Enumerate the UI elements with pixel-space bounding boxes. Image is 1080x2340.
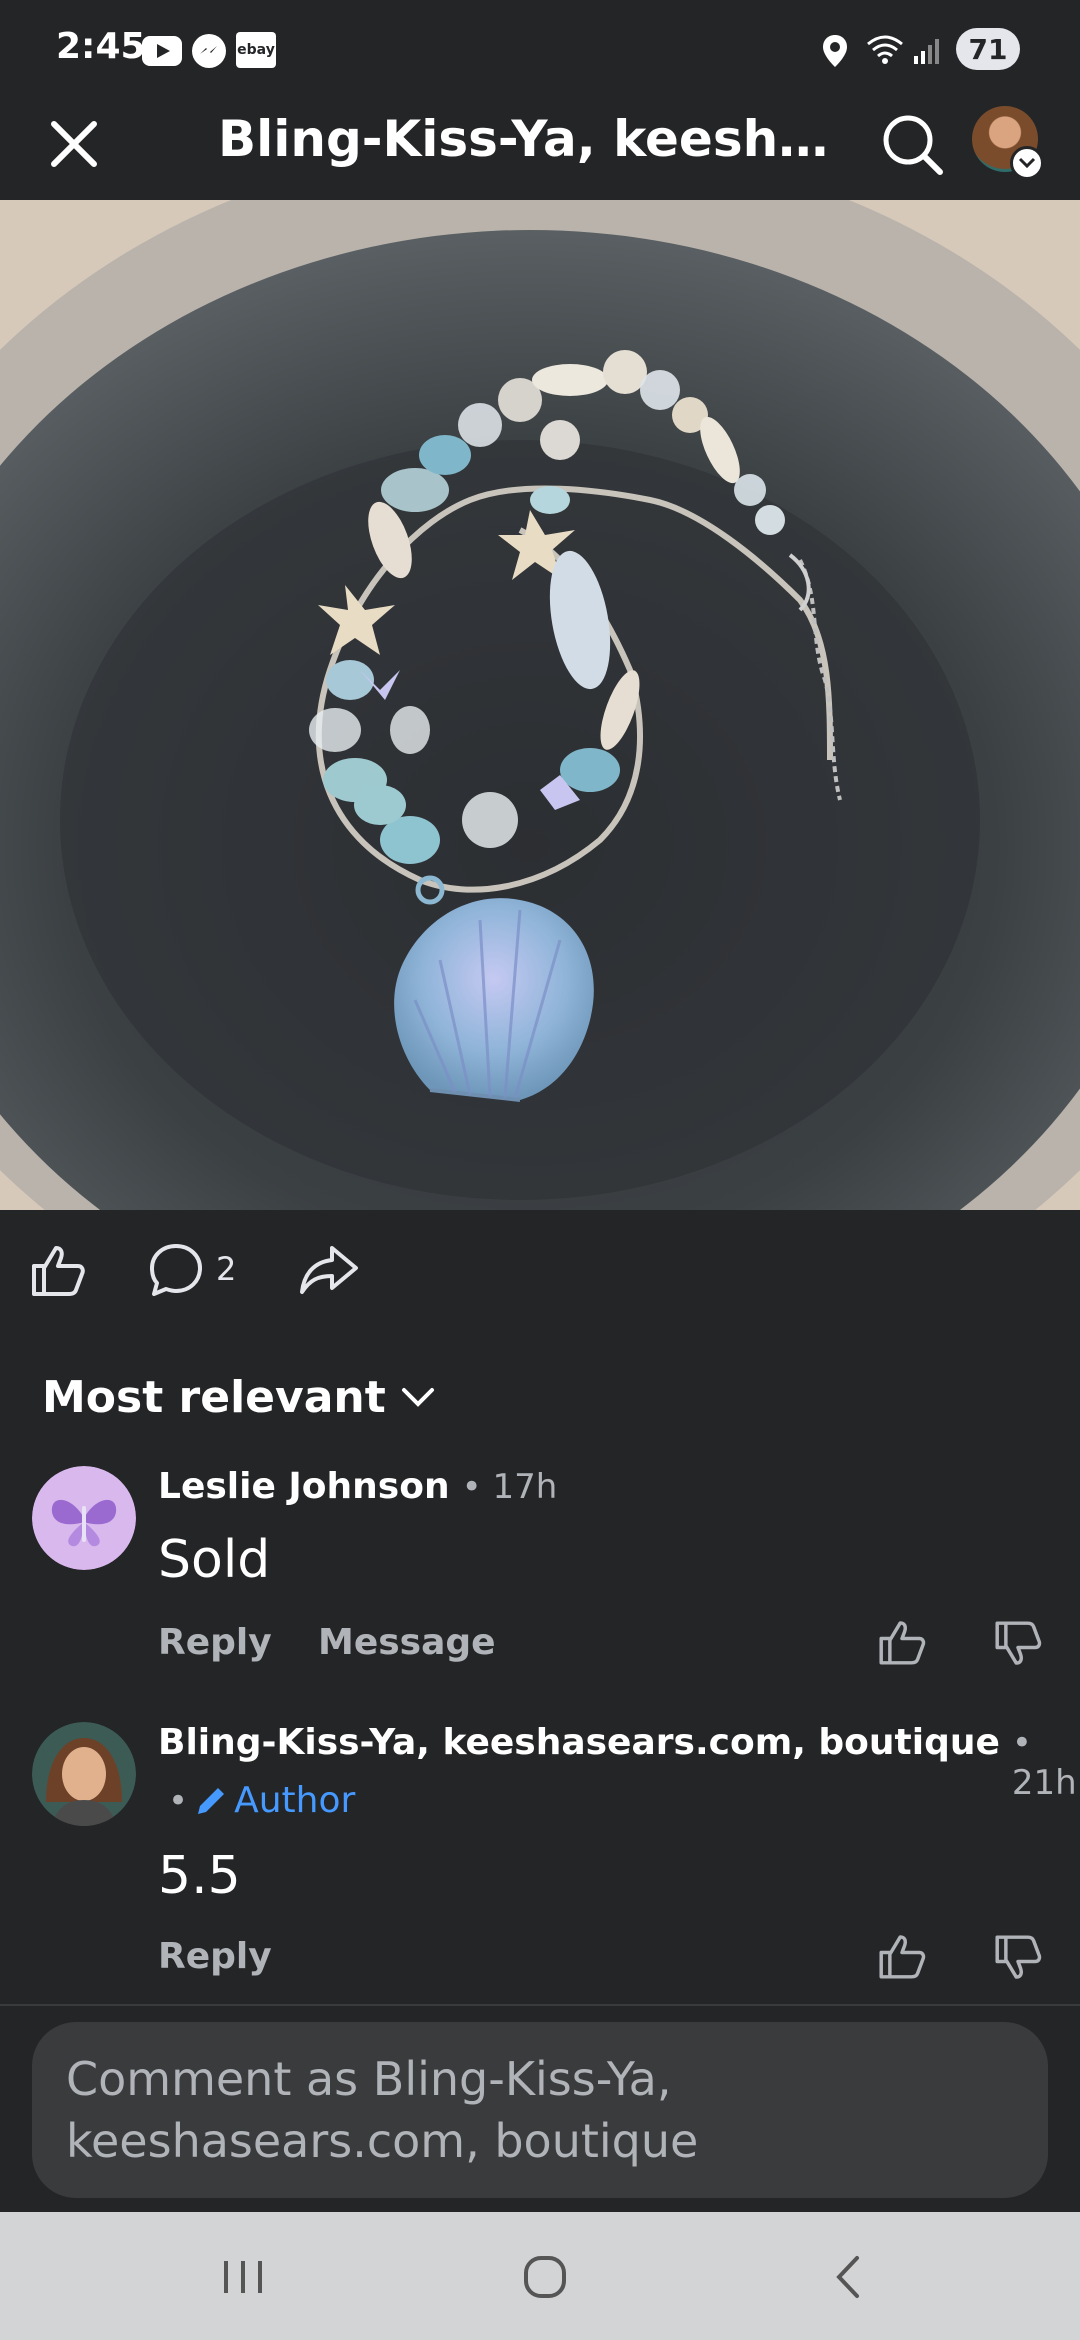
comment-count: 2 <box>216 1250 237 1288</box>
thumbs-up-icon <box>32 1246 85 1296</box>
pencil-icon <box>198 1787 225 1814</box>
commenter-name[interactable]: Leslie Johnson <box>158 1466 450 1507</box>
home-button[interactable] <box>510 2242 580 2312</box>
chevron-down-icon <box>401 1387 434 1407</box>
ebay-label: ebay <box>237 42 275 58</box>
post-photo[interactable] <box>0 200 1080 1210</box>
back-icon <box>836 2256 859 2298</box>
location-icon <box>822 34 848 68</box>
comment-text: Sold <box>158 1530 271 1590</box>
battery-indicator: 71 <box>956 28 1020 70</box>
comment-like-button[interactable] <box>876 1930 928 1982</box>
reply-button[interactable]: Reply <box>158 1936 272 1977</box>
thumbs-up-icon <box>879 1621 926 1665</box>
author-label: Author <box>234 1780 356 1821</box>
author-badge: • Author <box>168 1780 355 1821</box>
comment-time: • 21h <box>1011 1723 1077 1803</box>
youtube-icon <box>142 36 182 66</box>
comment-dislike-button[interactable] <box>992 1618 1044 1670</box>
thumbs-up-icon <box>879 1935 926 1979</box>
chevron-down-icon <box>1018 157 1036 169</box>
status-time: 2:45 <box>56 26 146 67</box>
commenter-avatar[interactable] <box>32 1466 136 1570</box>
like-button[interactable] <box>28 1240 88 1300</box>
home-icon <box>524 2256 566 2298</box>
battery-level: 71 <box>968 32 1008 66</box>
messenger-icon <box>192 34 226 68</box>
search-button[interactable] <box>878 110 946 178</box>
back-button[interactable] <box>812 2242 882 2312</box>
reply-button[interactable]: Reply <box>158 1622 272 1663</box>
share-icon <box>300 1246 358 1294</box>
recent-apps-button[interactable] <box>208 2242 278 2312</box>
comment-input-placeholder: Comment as Bling-Kiss-Ya, keeshasears.co… <box>66 2052 699 2168</box>
comment-icon <box>150 1244 202 1296</box>
comment-input[interactable]: Comment as Bling-Kiss-Ya, keeshasears.co… <box>32 2022 1048 2198</box>
close-button[interactable] <box>42 112 106 176</box>
comment-dislike-button[interactable] <box>992 1932 1044 1984</box>
message-button[interactable]: Message <box>318 1622 496 1663</box>
close-icon <box>51 121 97 167</box>
divider <box>0 2004 1080 2006</box>
recent-apps-icon <box>224 2261 262 2293</box>
thumbs-down-icon <box>995 1935 1042 1979</box>
author-avatar[interactable] <box>32 1722 136 1826</box>
author-bullet: • <box>168 1780 189 1821</box>
account-switch-badge[interactable] <box>1010 146 1044 180</box>
comment-header: Leslie Johnson • 17h <box>158 1466 557 1507</box>
butterfly-avatar-image <box>32 1466 136 1570</box>
signal-icon <box>912 36 942 66</box>
comment-time: • 17h <box>461 1467 558 1507</box>
search-icon <box>883 115 943 175</box>
sort-label: Most relevant <box>42 1372 386 1423</box>
necklace-image <box>0 200 1080 1210</box>
author-photo-image <box>32 1722 136 1826</box>
sort-dropdown[interactable]: Most relevant <box>42 1372 436 1423</box>
wifi-icon <box>866 34 904 66</box>
ebay-icon: ebay <box>236 32 276 68</box>
comment-button[interactable] <box>146 1240 206 1300</box>
comment-text: 5.5 <box>158 1846 241 1906</box>
thumbs-down-icon <box>995 1621 1042 1665</box>
page-title: Bling-Kiss-Ya, keeshase... <box>218 110 858 168</box>
commenter-name[interactable]: Bling-Kiss-Ya, keeshasears.com, boutique <box>158 1722 1000 1763</box>
comment-like-button[interactable] <box>876 1616 928 1668</box>
share-button[interactable] <box>298 1240 360 1300</box>
